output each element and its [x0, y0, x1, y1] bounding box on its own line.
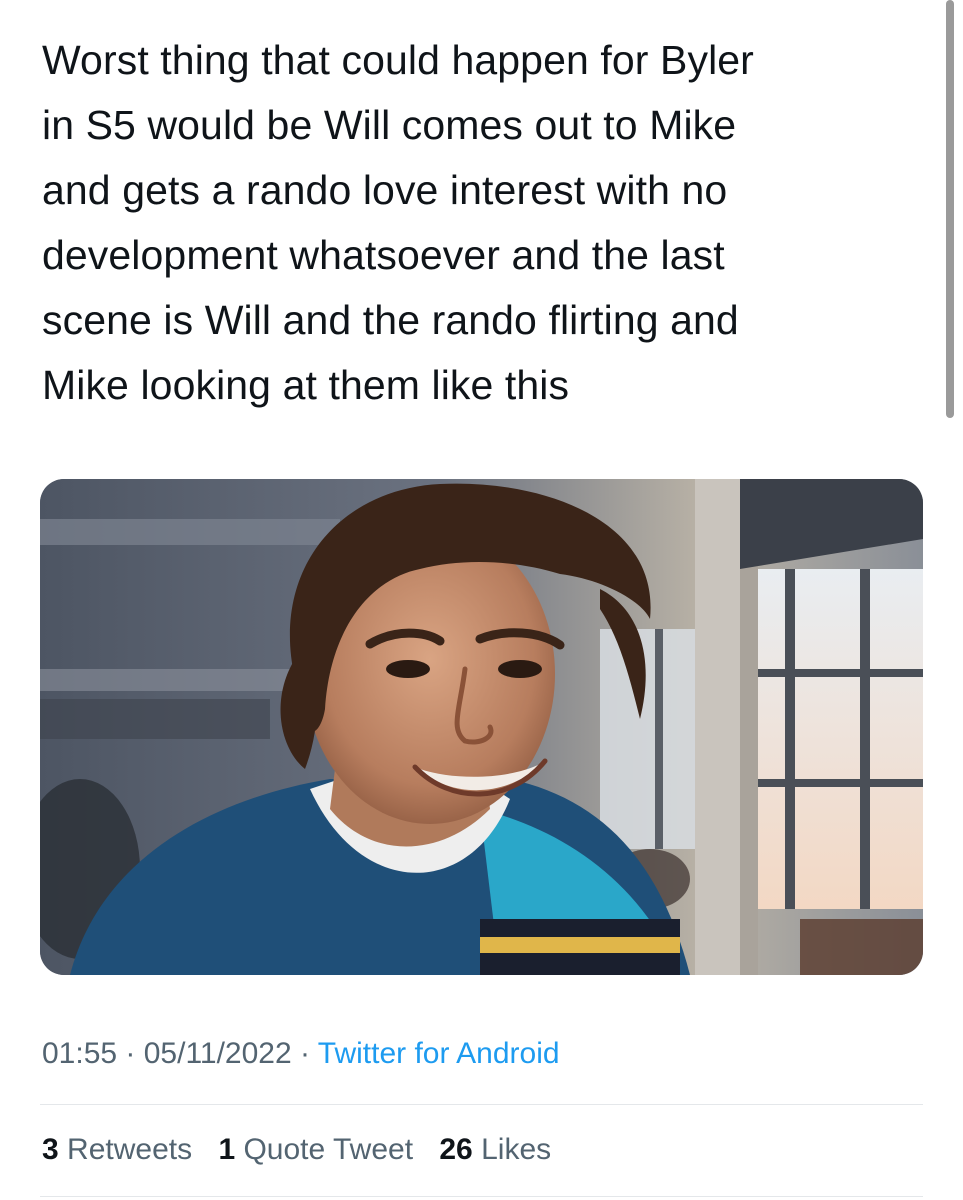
tweet-detail: Worst thing that could happen for Byler … [0, 0, 963, 1200]
quotes-stat[interactable]: 1 Quote Tweet [218, 1128, 413, 1172]
meta-separator: · [117, 1037, 144, 1070]
tweet-text-line: and gets a rando love interest with no [42, 167, 728, 213]
tweet-time[interactable]: 01:55 [42, 1037, 117, 1070]
tweet-stats: 3 Retweets 1 Quote Tweet 26 Likes [42, 1128, 569, 1172]
likes-label: Likes [481, 1133, 552, 1166]
divider [40, 1196, 923, 1197]
retweets-label: Retweets [67, 1133, 193, 1166]
tweet-media-photo[interactable] [40, 479, 923, 975]
tweet-meta: 01:55 · 05/11/2022 · Twitter for Android [42, 1032, 560, 1076]
meta-separator: · [291, 1037, 318, 1070]
scrollbar-thumb[interactable] [946, 0, 954, 418]
divider [40, 1104, 923, 1105]
likes-count: 26 [439, 1133, 473, 1166]
tweet-source-link[interactable]: Twitter for Android [318, 1037, 560, 1070]
tweet-text-line: Worst thing that could happen for Byler [42, 37, 754, 83]
tweet-date[interactable]: 05/11/2022 [144, 1037, 292, 1070]
tweet-text-line: development whatsoever and the last [42, 232, 725, 278]
quotes-label: Quote Tweet [243, 1133, 414, 1166]
retweets-stat[interactable]: 3 Retweets [42, 1128, 192, 1172]
tweet-text-line: scene is Will and the rando flirting and [42, 297, 739, 343]
tweet-text-line: in S5 would be Will comes out to Mike [42, 102, 737, 148]
tweet-text: Worst thing that could happen for Byler … [42, 28, 922, 418]
retweets-count: 3 [42, 1133, 59, 1166]
quotes-count: 1 [218, 1133, 236, 1166]
tweet-text-line: Mike looking at them like this [42, 362, 570, 408]
photo-illustration [40, 479, 923, 975]
likes-stat[interactable]: 26 Likes [439, 1128, 551, 1172]
